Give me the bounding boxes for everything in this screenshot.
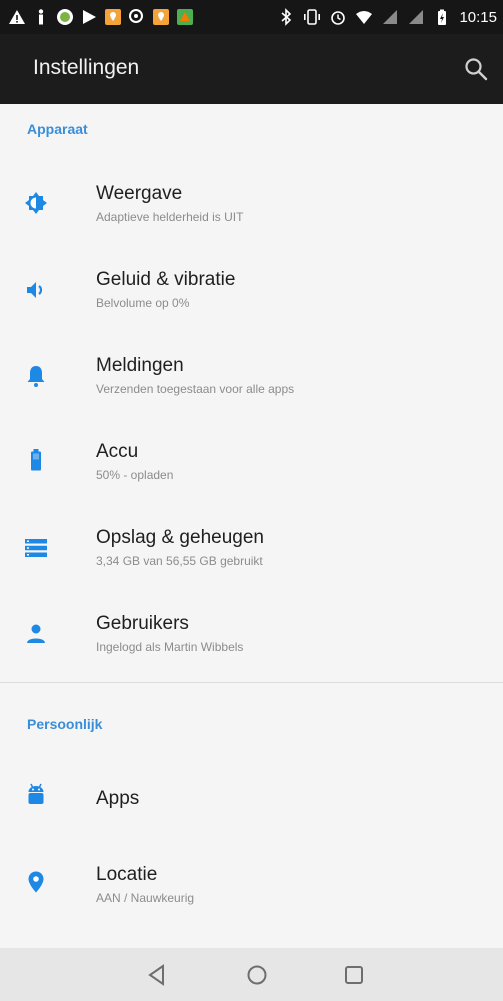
settings-item-meldingen[interactable]: Meldingen Verzenden toegestaan voor alle… [0, 331, 503, 417]
bell-icon [27, 366, 45, 387]
navigation-bar [0, 948, 503, 1001]
settings-item-title: Opslag & geheugen [96, 527, 264, 548]
settings-item-title: Locatie [96, 864, 158, 885]
storage-icon [25, 539, 47, 557]
signal-icon-2 [409, 10, 424, 24]
settings-item-subtitle: Belvolume op 0% [96, 296, 190, 310]
brightness-icon [25, 192, 47, 214]
location-pin-icon [28, 871, 44, 893]
settings-item-title: Gebruikers [96, 613, 189, 634]
settings-item-weergave[interactable]: Weergave Adaptieve helderheid is UIT [0, 159, 503, 245]
alarm-icon [331, 11, 346, 25]
page-title: Instellingen [33, 56, 140, 79]
battery-icon [31, 449, 41, 471]
notification-icons [8, 7, 194, 27]
person-icon [27, 624, 45, 643]
warning-icon [9, 10, 25, 24]
search-icon[interactable] [463, 56, 489, 82]
settings-item-title: Accu [96, 441, 139, 462]
person-standing-icon [38, 9, 44, 25]
settings-list: Apparaat Weergave Adaptieve helderheid i… [0, 104, 503, 948]
settings-item-accu[interactable]: Accu 50% - opladen [0, 417, 503, 503]
clock: 10:15 [459, 8, 497, 26]
settings-item-subtitle: Adaptieve helderheid is UIT [96, 210, 244, 224]
play-icon [83, 10, 96, 24]
map-marker-icon-2 [153, 9, 169, 25]
settings-item-subtitle: Verzenden toegestaan voor alle apps [96, 382, 295, 396]
settings-item-geluid[interactable]: Geluid & vibratie Belvolume op 0% [0, 245, 503, 331]
home-icon[interactable] [243, 961, 271, 989]
settings-item-subtitle: AAN / Nauwkeurig [96, 891, 195, 905]
map-marker-icon [105, 9, 121, 25]
section-header-persoonlijk: Persoonlijk [27, 716, 103, 732]
settings-item-subtitle: Ingelogd als Martin Wibbels [96, 640, 244, 654]
settings-item-opslag[interactable]: Opslag & geheugen 3,34 GB van 56,55 GB g… [0, 503, 503, 589]
settings-item-title: Geluid & vibratie [96, 269, 236, 290]
settings-item-title: Weergave [96, 183, 183, 204]
settings-item-title: Apps [96, 788, 140, 809]
location-history-icon [129, 9, 143, 23]
wifi-icon [356, 11, 373, 24]
settings-item-subtitle: 3,34 GB van 56,55 GB gebruikt [96, 554, 263, 568]
bluetooth-icon [281, 8, 292, 26]
section-divider [0, 682, 503, 683]
settings-item-apps[interactable]: Apps [0, 754, 503, 840]
settings-item-title: Meldingen [96, 355, 184, 376]
back-icon[interactable] [143, 961, 171, 989]
vibrate-icon [304, 9, 321, 25]
android-icon [28, 783, 44, 804]
system-icons: 10:15 [277, 7, 497, 27]
status-bar: 10:15 [0, 0, 503, 34]
settings-item-locatie[interactable]: Locatie AAN / Nauwkeurig [0, 840, 503, 926]
settings-item-subtitle: 50% - opladen [96, 468, 174, 482]
app-bar: Instellingen [0, 34, 503, 104]
battery-charging-icon [438, 9, 447, 25]
section-header-apparaat: Apparaat [27, 121, 88, 137]
volume-icon [27, 282, 43, 298]
signal-icon [383, 10, 398, 24]
android-notification-icon [57, 9, 73, 25]
app-notification-icon [177, 9, 193, 25]
settings-item-gebruikers[interactable]: Gebruikers Ingelogd als Martin Wibbels [0, 589, 503, 675]
recents-icon[interactable] [340, 961, 368, 989]
